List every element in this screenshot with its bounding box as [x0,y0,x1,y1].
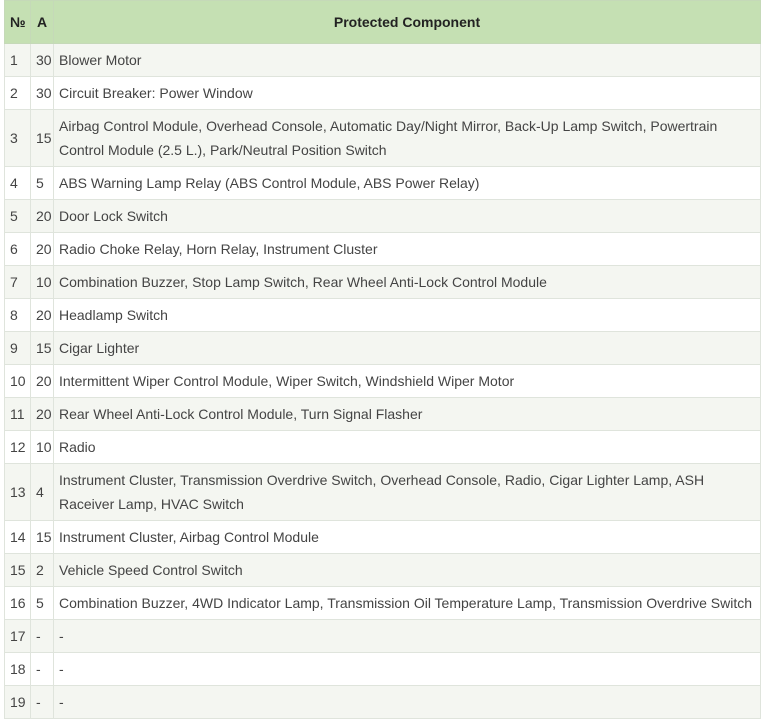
protected-component-cell: Blower Motor [53,43,761,77]
protected-component-cell: Combination Buzzer, Stop Lamp Switch, Re… [53,265,761,299]
fuse-amps-cell: 10 [30,265,54,299]
fuse-number-cell: 16 [4,586,31,620]
fuse-amps-cell: 20 [30,397,54,431]
fuse-number-cell: 17 [4,619,31,653]
table-row: 14 15 Instrument Cluster, Airbag Control M… [4,520,761,554]
header-number: № [4,0,31,44]
fuse-number-cell: 15 [4,553,31,587]
fuse-number-cell: 18 [4,652,31,686]
fuse-number-cell: 11 [4,397,31,431]
table-header-row: № A Protected Component [4,0,761,44]
fuse-table: № A Protected Component 1 30 Blower Motor 2… [4,0,761,719]
table-row: 16 5 Combination Buzzer, 4WD Indicator Lam… [4,586,761,620]
table-row: 2 30 Circuit Breaker: Power Window [4,76,761,110]
fuse-amps-cell: - [30,619,54,653]
table-row: 11 20 Rear Wheel Anti-Lock Control Module,… [4,397,761,431]
table-row: 4 5 ABS Warning Lamp Relay (ABS Control Mo… [4,166,761,200]
fuse-number-cell: 3 [4,109,31,167]
fuse-number-cell: 14 [4,520,31,554]
fuse-number-cell: 4 [4,166,31,200]
fuse-number-cell: 9 [4,331,31,365]
table-row: 7 10 Combination Buzzer, Stop Lamp Switch,… [4,265,761,299]
fuse-amps-cell: 10 [30,430,54,464]
table-row: 18- - [4,652,761,686]
table-body: 1 30 Blower Motor 2 30 Circuit Breaker: Power… [4,43,761,719]
fuse-amps-cell: 5 [30,166,54,200]
protected-component-cell: - [53,619,761,653]
header-protected-component: Protected Component [53,0,761,44]
protected-component-cell: Rear Wheel Anti-Lock Control Module, Tur… [53,397,761,431]
table-row: 12 10 Radio [4,430,761,464]
fuse-number-cell: 6 [4,232,31,266]
protected-component-cell: Headlamp Switch [53,298,761,332]
table-row: 10 20 Intermittent Wiper Control Module, W… [4,364,761,398]
fuse-amps-cell: 30 [30,43,54,77]
fuse-amps-cell: 30 [30,76,54,110]
table-row: 9 15 Cigar Lighter [4,331,761,365]
protected-component-cell: Instrument Cluster, Airbag Control Modul… [53,520,761,554]
header-amps: A [30,0,54,44]
protected-component-cell: Door Lock Switch [53,199,761,233]
protected-component-cell: Intermittent Wiper Control Module, Wiper… [53,364,761,398]
protected-component-cell: ABS Warning Lamp Relay (ABS Control Modu… [53,166,761,200]
fuse-number-cell: 13 [4,463,31,521]
fuse-amps-cell: 20 [30,364,54,398]
fuse-amps-cell: 20 [30,232,54,266]
fuse-amps-cell: 4 [30,463,54,521]
protected-component-cell: Vehicle Speed Control Switch [53,553,761,587]
fuse-number-cell: 10 [4,364,31,398]
protected-component-cell: Airbag Control Module, Overhead Console,… [53,109,761,167]
fuse-amps-cell: 20 [30,298,54,332]
fuse-amps-cell: 2 [30,553,54,587]
fuse-amps-cell: 15 [30,109,54,167]
protected-component-cell: Combination Buzzer, 4WD Indicator Lamp, … [53,586,761,620]
protected-component-cell: Cigar Lighter [53,331,761,365]
fuse-number-cell: 12 [4,430,31,464]
table-row: 13 4 Instrument Cluster, Transmission Over… [4,463,761,521]
table-row: 8 20 Headlamp Switch [4,298,761,332]
fuse-amps-cell: 15 [30,331,54,365]
fuse-amps-cell: 15 [30,520,54,554]
table-row: 15 2 Vehicle Speed Control Switch [4,553,761,587]
fuse-amps-cell: 5 [30,586,54,620]
table-row: 17- - [4,619,761,653]
table-row: 19- - [4,685,761,719]
fuse-number-cell: 19 [4,685,31,719]
fuse-amps-cell: 20 [30,199,54,233]
fuse-number-cell: 2 [4,76,31,110]
table-row: 3 15 Airbag Control Module, Overhead Conso… [4,109,761,167]
table-row: 1 30 Blower Motor [4,43,761,77]
protected-component-cell: Radio Choke Relay, Horn Relay, Instrumen… [53,232,761,266]
table-row: 5 20 Door Lock Switch [4,199,761,233]
fuse-number-cell: 7 [4,265,31,299]
protected-component-cell: Instrument Cluster, Transmission Overdri… [53,463,761,521]
fuse-number-cell: 5 [4,199,31,233]
protected-component-cell: Circuit Breaker: Power Window [53,76,761,110]
table-row: 6 20 Radio Choke Relay, Horn Relay, Instru… [4,232,761,266]
protected-component-cell: - [53,652,761,686]
protected-component-cell: - [53,685,761,719]
fuse-number-cell: 1 [4,43,31,77]
fuse-amps-cell: - [30,685,54,719]
fuse-number-cell: 8 [4,298,31,332]
fuse-amps-cell: - [30,652,54,686]
protected-component-cell: Radio [53,430,761,464]
